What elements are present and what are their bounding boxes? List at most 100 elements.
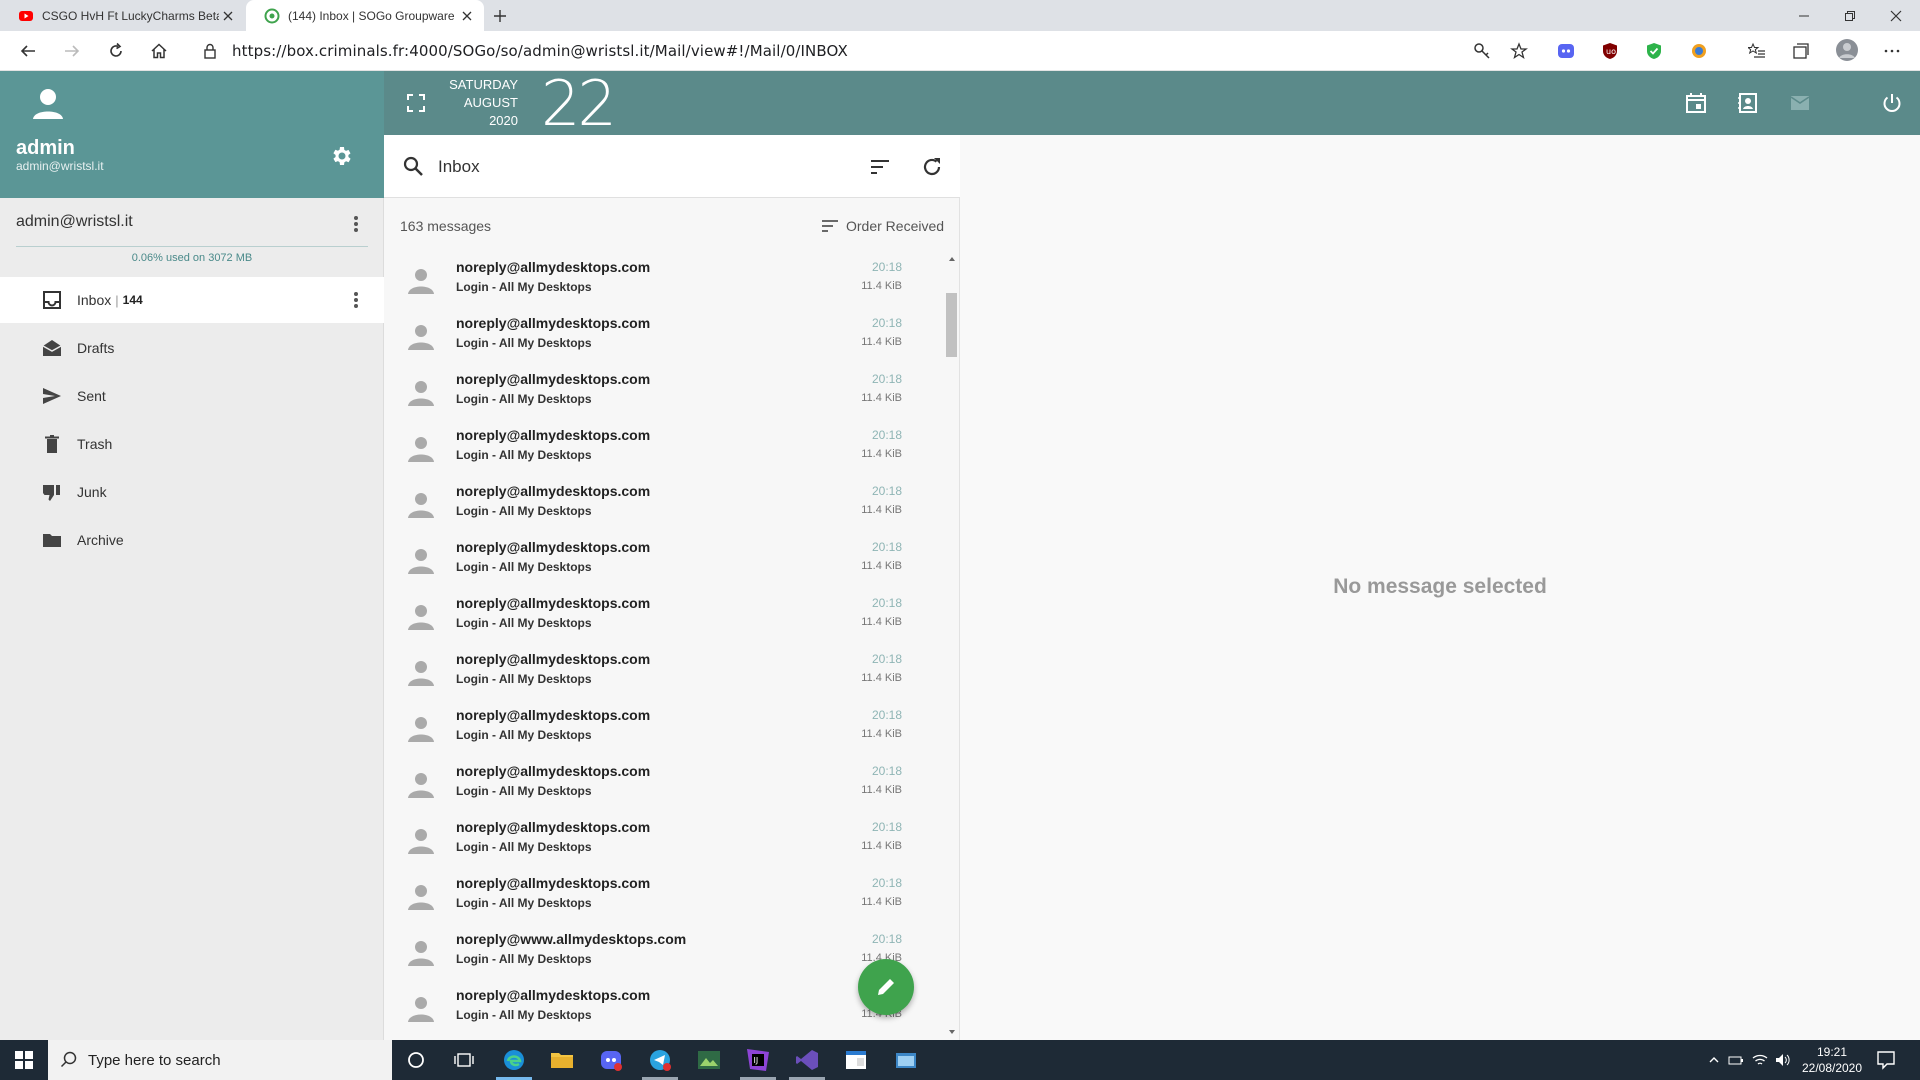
message-row[interactable]: noreply@allmydesktops.com Login - All My … [384, 531, 944, 587]
message-row[interactable]: noreply@allmydesktops.com Login - All My … [384, 699, 944, 755]
message-subject: Login - All My Desktops [456, 672, 592, 686]
restore-icon[interactable] [1827, 0, 1873, 31]
calendar-icon[interactable] [1682, 89, 1710, 117]
folder-trash[interactable]: Trash [0, 421, 384, 467]
message-row[interactable]: noreply@allmydesktops.com Login - All My … [384, 811, 944, 867]
user-panel: admin admin@wristsl.it [0, 71, 384, 198]
folder-inbox[interactable]: Inbox | 144 [0, 277, 384, 323]
tray-overflow-icon[interactable] [1706, 1052, 1722, 1068]
message-subject: Login - All My Desktops [456, 616, 592, 630]
folder-label: Junk [77, 484, 107, 500]
volume-icon[interactable] [1775, 1052, 1791, 1068]
discord-extension-icon[interactable] [1556, 41, 1576, 61]
taskbar-search[interactable]: Type here to search [48, 1040, 392, 1080]
start-button[interactable] [0, 1040, 48, 1080]
message-list: noreply@allmydesktops.com Login - All My … [384, 251, 944, 1040]
message-row[interactable]: noreply@allmydesktops.com Login - All My … [384, 251, 944, 307]
task-view-icon[interactable] [450, 1046, 478, 1074]
folder-sent[interactable]: Sent [0, 373, 384, 419]
scrollbar[interactable] [944, 251, 960, 1040]
empty-state-text: No message selected [1333, 575, 1547, 598]
home-icon[interactable] [149, 41, 169, 61]
favorite-star-icon[interactable] [1509, 41, 1529, 61]
search-icon [60, 1051, 77, 1068]
key-icon[interactable] [1472, 41, 1492, 61]
cortana-icon[interactable] [402, 1046, 430, 1074]
refresh-icon[interactable] [920, 155, 944, 179]
reload-icon[interactable] [106, 41, 126, 61]
close-window-icon[interactable] [1873, 0, 1919, 31]
sender-avatar-icon [408, 997, 434, 1022]
account-menu-icon[interactable] [346, 212, 366, 236]
message-row[interactable]: noreply@allmydesktops.com Login - All My … [384, 475, 944, 531]
message-row[interactable]: noreply@allmydesktops.com Login - All My … [384, 587, 944, 643]
forward-icon[interactable] [62, 41, 82, 61]
ublock-extension-icon[interactable]: uo [1600, 41, 1620, 61]
collections-icon[interactable] [1791, 41, 1811, 61]
message-row[interactable]: noreply@allmydesktops.com Login - All My … [384, 307, 944, 363]
tab-title: CSGO HvH Ft LuckyCharms Beta [42, 8, 219, 23]
mail-icon[interactable] [1786, 89, 1814, 117]
sender-avatar-icon [408, 605, 434, 630]
back-icon[interactable] [18, 41, 38, 61]
address-bar[interactable]: https://box.criminals.fr:4000/SOGo/so/ad… [232, 42, 848, 60]
message-size: 11.4 KiB [861, 448, 902, 460]
telegram-icon[interactable] [646, 1046, 674, 1074]
message-time: 20:18 [871, 428, 902, 442]
browser-tab-youtube[interactable]: CSGO HvH Ft LuckyCharms Beta [0, 0, 245, 31]
discord-icon[interactable] [597, 1046, 625, 1074]
new-tab-icon[interactable] [490, 6, 510, 26]
account-name[interactable]: admin@wristsl.it [16, 213, 133, 231]
favorites-list-icon[interactable] [1747, 41, 1767, 61]
close-tab-icon[interactable] [458, 7, 476, 25]
fullscreen-icon[interactable] [404, 91, 428, 115]
folder-drafts[interactable]: Drafts [0, 325, 384, 371]
folder-archive[interactable]: Archive [0, 517, 384, 563]
battery-icon[interactable] [1728, 1052, 1744, 1068]
user-email: admin@wristsl.it [16, 159, 104, 173]
colorful-extension-icon[interactable] [1689, 41, 1709, 61]
search-icon[interactable] [402, 155, 424, 177]
message-subject: Login - All My Desktops [456, 448, 592, 462]
file-explorer-icon[interactable] [548, 1046, 576, 1074]
folder-menu-icon[interactable] [346, 288, 366, 312]
message-size: 11.4 KiB [861, 672, 902, 684]
gear-icon[interactable] [330, 144, 354, 168]
more-menu-icon[interactable] [1882, 41, 1902, 61]
window-app-icon[interactable] [892, 1046, 920, 1074]
message-subject: Login - All My Desktops [456, 336, 592, 350]
message-row[interactable]: noreply@allmydesktops.com Login - All My … [384, 419, 944, 475]
sort-icon[interactable] [868, 155, 892, 179]
folder-label: Inbox [77, 292, 112, 308]
system-clock[interactable]: 19:21 22/08/2020 [1792, 1044, 1872, 1076]
profile-avatar[interactable] [1835, 38, 1859, 62]
photo-app-icon[interactable] [695, 1046, 723, 1074]
edge-icon[interactable] [500, 1046, 528, 1074]
minimize-icon[interactable] [1781, 0, 1827, 31]
scrollbar-thumb[interactable] [946, 293, 957, 357]
compose-button[interactable] [858, 959, 914, 1015]
message-row[interactable]: noreply@www.allmydesktops.com Login - All… [384, 923, 944, 979]
message-row[interactable]: noreply@allmydesktops.com Login - All My … [384, 867, 944, 923]
message-sender: noreply@www.allmydesktops.com [456, 931, 687, 947]
sender-avatar-icon [408, 829, 434, 854]
message-row[interactable]: noreply@allmydesktops.com Login - All My … [384, 363, 944, 419]
terminal-window-icon[interactable] [842, 1046, 870, 1074]
visual-studio-icon[interactable] [793, 1046, 821, 1074]
junk-icon [41, 481, 63, 503]
wifi-icon[interactable] [1752, 1052, 1768, 1068]
browser-tab-sogo[interactable]: (144) Inbox | SOGo Groupware [246, 0, 484, 31]
jetbrains-icon[interactable]: IJ [744, 1046, 772, 1074]
notification-icon[interactable] [1876, 1050, 1896, 1070]
lock-icon[interactable] [200, 41, 220, 61]
sender-avatar-icon [408, 549, 434, 574]
message-sender: noreply@allmydesktops.com [456, 259, 651, 275]
folder-junk[interactable]: Junk [0, 469, 384, 515]
message-row[interactable]: noreply@allmydesktops.com Login - All My … [384, 643, 944, 699]
close-tab-icon[interactable] [219, 7, 237, 25]
power-icon[interactable] [1878, 89, 1906, 117]
contacts-icon[interactable] [1734, 89, 1762, 117]
message-row[interactable]: noreply@allmydesktops.com Login - All My … [384, 755, 944, 811]
order-received-button[interactable]: Order Received [820, 216, 944, 236]
shield-extension-icon[interactable] [1644, 41, 1664, 61]
